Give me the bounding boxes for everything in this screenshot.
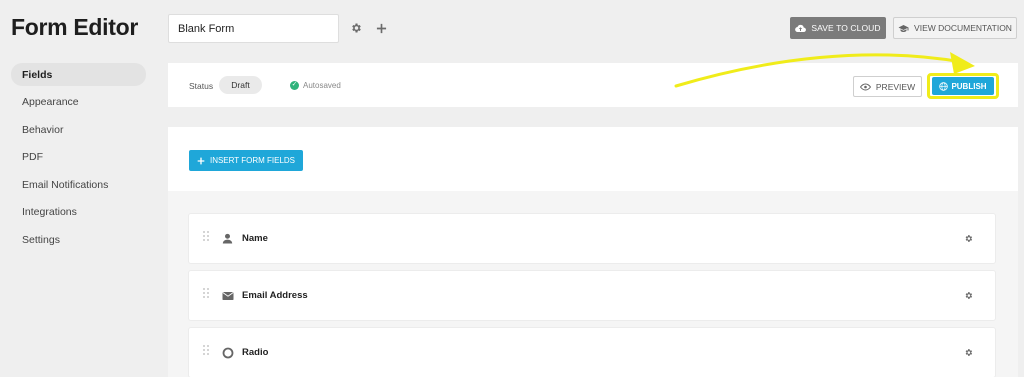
sidebar-item-fields[interactable]: Fields — [11, 63, 146, 86]
gear-icon[interactable] — [963, 233, 974, 244]
status-badge: Draft — [219, 76, 262, 94]
page-title: Form Editor — [11, 14, 139, 40]
preview-button[interactable]: PREVIEW — [853, 76, 922, 97]
form-name-input[interactable] — [168, 14, 339, 43]
autosaved-label: Autosaved — [303, 81, 341, 90]
field-row-email[interactable]: Email Address — [189, 271, 995, 320]
graduation-cap-icon — [898, 24, 909, 32]
sidebar-item-appearance[interactable]: Appearance — [11, 91, 146, 114]
field-label: Radio — [242, 347, 269, 358]
sidebar-item-behavior[interactable]: Behavior — [11, 118, 146, 141]
cloud-upload-icon — [795, 24, 807, 32]
eye-icon — [859, 82, 871, 91]
save-to-cloud-button[interactable]: SAVE TO CLOUD — [790, 17, 886, 39]
view-documentation-label: VIEW DOCUMENTATION — [914, 23, 1012, 33]
sidebar-item-email-notifications[interactable]: Email Notifications — [11, 173, 146, 196]
field-row-name[interactable]: Name — [189, 214, 995, 263]
status-bar: Status Draft ✓ Autosaved PREVIEW PUBLISH — [168, 63, 1018, 107]
preview-label: PREVIEW — [875, 81, 916, 92]
plus-icon[interactable] — [374, 21, 388, 35]
view-documentation-button[interactable]: VIEW DOCUMENTATION — [893, 17, 1017, 39]
gear-icon[interactable] — [349, 21, 363, 35]
sidebar-item-integrations[interactable]: Integrations — [11, 201, 146, 224]
sidebar-item-pdf[interactable]: PDF — [11, 146, 146, 169]
insert-form-fields-button[interactable]: INSERT FORM FIELDS — [189, 150, 303, 171]
drag-handle-icon[interactable] — [203, 345, 209, 359]
field-row-radio[interactable]: Radio — [189, 328, 995, 377]
publish-label: PUBLISH — [951, 81, 987, 91]
sidebar-item-settings[interactable]: Settings — [11, 228, 146, 251]
envelope-icon — [221, 289, 234, 302]
plus-icon — [197, 157, 205, 164]
field-label: Email Address — [242, 290, 308, 301]
publish-button[interactable]: PUBLISH — [932, 77, 994, 95]
check-circle-icon: ✓ — [290, 81, 299, 90]
globe-icon — [939, 81, 949, 91]
insert-form-fields-label: INSERT FORM FIELDS — [209, 156, 296, 165]
fields-list: Name Email Address Radio — [168, 191, 1018, 377]
gear-icon[interactable] — [963, 290, 974, 301]
gear-icon[interactable] — [963, 347, 974, 358]
radio-icon — [221, 346, 234, 359]
status-label: Status — [189, 81, 214, 91]
field-label: Name — [242, 233, 268, 244]
person-icon — [221, 232, 234, 245]
save-to-cloud-label: SAVE TO CLOUD — [811, 23, 881, 33]
drag-handle-icon[interactable] — [203, 231, 209, 245]
autosaved-indicator: ✓ Autosaved — [290, 81, 341, 90]
drag-handle-icon[interactable] — [203, 288, 209, 302]
insert-panel: INSERT FORM FIELDS — [168, 127, 1018, 191]
sidebar: Fields Appearance Behavior PDF Email Not… — [11, 63, 146, 256]
